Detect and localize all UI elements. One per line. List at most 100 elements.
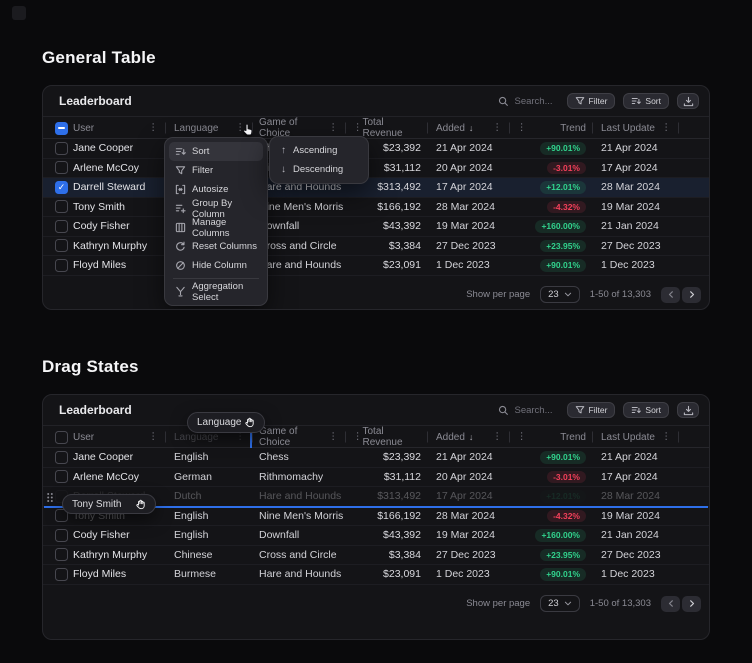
select-all-checkbox[interactable] bbox=[55, 121, 68, 135]
menu-item-reset-columns[interactable]: Reset Columns bbox=[169, 237, 263, 256]
next-page-button[interactable] bbox=[682, 595, 701, 612]
page-size-select[interactable]: 23 bbox=[540, 286, 580, 303]
column-menu-icon[interactable]: ⋮ bbox=[662, 432, 680, 442]
sort-button[interactable]: Sort bbox=[623, 402, 669, 418]
card-titlebar: Leaderboard Search... Filter Sort bbox=[43, 395, 709, 426]
table-header-row: User ⋮ Language ⋮ Game of Choice ⋮ ⋮ Tot… bbox=[43, 117, 709, 139]
row-checkbox[interactable] bbox=[55, 528, 68, 542]
filter-button[interactable]: Filter bbox=[566, 402, 616, 418]
added-cell: 27 Dec 2023 bbox=[436, 548, 496, 561]
revenue-cell: $3,384 bbox=[388, 239, 421, 252]
column-menu-icon[interactable]: ⋮ bbox=[329, 123, 347, 133]
column-menu-icon[interactable]: ⋮ bbox=[149, 123, 167, 133]
header-language-label: Language bbox=[174, 122, 219, 134]
row-checkbox[interactable] bbox=[55, 548, 68, 562]
header-user[interactable]: User ⋮ bbox=[43, 426, 166, 448]
chevron-left-icon bbox=[668, 600, 673, 607]
table-row[interactable]: Arlene McCoy German Rithmomachy $31,112 … bbox=[43, 159, 709, 178]
table-row[interactable]: Jane Cooper English Chess $23,392 21 Apr… bbox=[43, 139, 709, 159]
table-row[interactable]: Tony Smith English Nine Men's Morris $16… bbox=[43, 198, 709, 217]
page-size-select[interactable]: 23 bbox=[540, 595, 580, 612]
row-drag-pill[interactable]: Tony Smith bbox=[62, 494, 156, 514]
download-button[interactable] bbox=[677, 402, 699, 418]
last-update-cell: 19 Mar 2024 bbox=[601, 200, 660, 213]
header-language[interactable]: Language ⋮ bbox=[166, 117, 253, 139]
column-menu-icon[interactable]: ⋮ bbox=[510, 123, 527, 133]
table-row[interactable]: Cody Fisher English Downfall $43,392 19 … bbox=[43, 526, 709, 546]
column-menu-icon[interactable]: ⋮ bbox=[329, 432, 347, 442]
header-trend[interactable]: ⋮ Trend bbox=[510, 426, 593, 448]
row-checkbox[interactable] bbox=[55, 450, 68, 464]
column-menu-icon[interactable]: ⋮ bbox=[493, 432, 511, 442]
user-name: Jane Cooper bbox=[73, 451, 134, 464]
added-cell: 1 Dec 2023 bbox=[436, 259, 490, 272]
column-menu-icon[interactable]: ⋮ bbox=[493, 123, 511, 133]
column-menu-icon[interactable]: ⋮ bbox=[662, 123, 680, 133]
chevron-right-icon bbox=[689, 600, 694, 607]
revenue-cell: $166,192 bbox=[377, 509, 421, 522]
header-added[interactable]: Added ↓ ⋮ bbox=[428, 117, 510, 139]
row-checkbox[interactable] bbox=[55, 219, 68, 233]
row-checkbox[interactable] bbox=[55, 258, 68, 272]
download-button[interactable] bbox=[677, 93, 699, 109]
drag-handle-icon[interactable] bbox=[46, 492, 54, 503]
table-row[interactable]: Darrell Steward Dutch Hare and Hounds $3… bbox=[43, 178, 709, 198]
column-menu-icon[interactable]: ⋮ bbox=[510, 432, 527, 442]
submenu-item-ascending[interactable]: ↑ Ascending bbox=[274, 141, 364, 160]
header-user[interactable]: User ⋮ bbox=[43, 117, 166, 139]
table-row[interactable]: Kathryn Murphy Chinese Cross and Circle … bbox=[43, 546, 709, 565]
prev-page-button[interactable] bbox=[661, 286, 680, 303]
added-cell: 28 Mar 2024 bbox=[436, 200, 495, 213]
header-trend-label: Trend bbox=[560, 122, 586, 134]
header-revenue[interactable]: ⋮ Total Revenue bbox=[346, 426, 428, 448]
table-row[interactable]: Floyd Miles Burmese Hare and Hounds $23,… bbox=[43, 565, 709, 585]
column-menu-icon[interactable]: ⋮ bbox=[149, 432, 167, 442]
header-added[interactable]: Added ↓ ⋮ bbox=[428, 426, 510, 448]
pagination bbox=[661, 286, 701, 303]
menu-item-filter[interactable]: Filter bbox=[169, 161, 263, 180]
row-checkbox[interactable] bbox=[55, 567, 68, 581]
menu-item-label: Autosize bbox=[192, 184, 229, 195]
row-drag-pill-label: Tony Smith bbox=[72, 498, 122, 510]
column-menu-icon[interactable]: ⋮ bbox=[346, 432, 363, 442]
submenu-item-descending[interactable]: ↓ Descending bbox=[274, 160, 364, 179]
header-game[interactable]: Game of Choice ⋮ bbox=[253, 426, 346, 448]
table-row[interactable]: Cody Fisher English Downfall $43,392 19 … bbox=[43, 217, 709, 237]
sort-button[interactable]: Sort bbox=[623, 93, 669, 109]
menu-item-group-by-column[interactable]: Group By Column bbox=[169, 198, 263, 220]
menu-item-hide-column[interactable]: Hide Column bbox=[169, 256, 263, 275]
row-checkbox[interactable] bbox=[55, 180, 68, 194]
table-row[interactable]: Floyd Miles Burmese Hare and Hounds $23,… bbox=[43, 256, 709, 276]
table-row[interactable]: Jane Cooper English Chess $23,392 21 Apr… bbox=[43, 448, 709, 468]
trend-badge: -3.01% bbox=[547, 161, 586, 174]
column-menu-icon[interactable]: ⋮ bbox=[346, 123, 363, 133]
range-label: 1-50 of 13,303 bbox=[589, 598, 651, 609]
prev-page-button[interactable] bbox=[661, 595, 680, 612]
header-trend[interactable]: ⋮ Trend bbox=[510, 117, 593, 139]
menu-item-aggregation-select[interactable]: Aggregation Select bbox=[169, 281, 263, 303]
table-row[interactable]: Arlene McCoy German Rithmomachy $31,112 … bbox=[43, 468, 709, 487]
header-last-update[interactable]: Last Update ⋮ bbox=[593, 117, 679, 139]
row-checkbox[interactable] bbox=[55, 161, 68, 175]
row-checkbox[interactable] bbox=[55, 141, 68, 155]
search-input[interactable]: Search... bbox=[498, 405, 553, 416]
select-all-checkbox[interactable] bbox=[55, 430, 68, 444]
added-cell: 28 Mar 2024 bbox=[436, 509, 495, 522]
menu-item-sort[interactable]: Sort bbox=[169, 142, 263, 161]
row-checkbox[interactable] bbox=[55, 470, 68, 484]
row-checkbox[interactable] bbox=[55, 200, 68, 214]
header-last-update[interactable]: Last Update ⋮ bbox=[593, 426, 679, 448]
next-page-button[interactable] bbox=[682, 286, 701, 303]
user-name: Floyd Miles bbox=[73, 568, 127, 581]
added-cell: 21 Apr 2024 bbox=[436, 142, 493, 155]
added-cell: 19 Mar 2024 bbox=[436, 529, 495, 542]
row-checkbox[interactable] bbox=[55, 239, 68, 253]
menu-item-manage-columns[interactable]: Manage Columns bbox=[169, 217, 263, 239]
bracket-arrows-icon bbox=[175, 184, 186, 195]
table-row[interactable]: Kathryn Murphy Chinese Cross and Circle … bbox=[43, 237, 709, 256]
search-input[interactable]: Search... bbox=[498, 96, 553, 107]
revenue-cell: $23,091 bbox=[383, 259, 421, 272]
column-drag-pill[interactable]: Language bbox=[187, 412, 265, 433]
filter-button[interactable]: Filter bbox=[566, 93, 616, 109]
menu-item-autosize[interactable]: Autosize bbox=[169, 180, 263, 199]
